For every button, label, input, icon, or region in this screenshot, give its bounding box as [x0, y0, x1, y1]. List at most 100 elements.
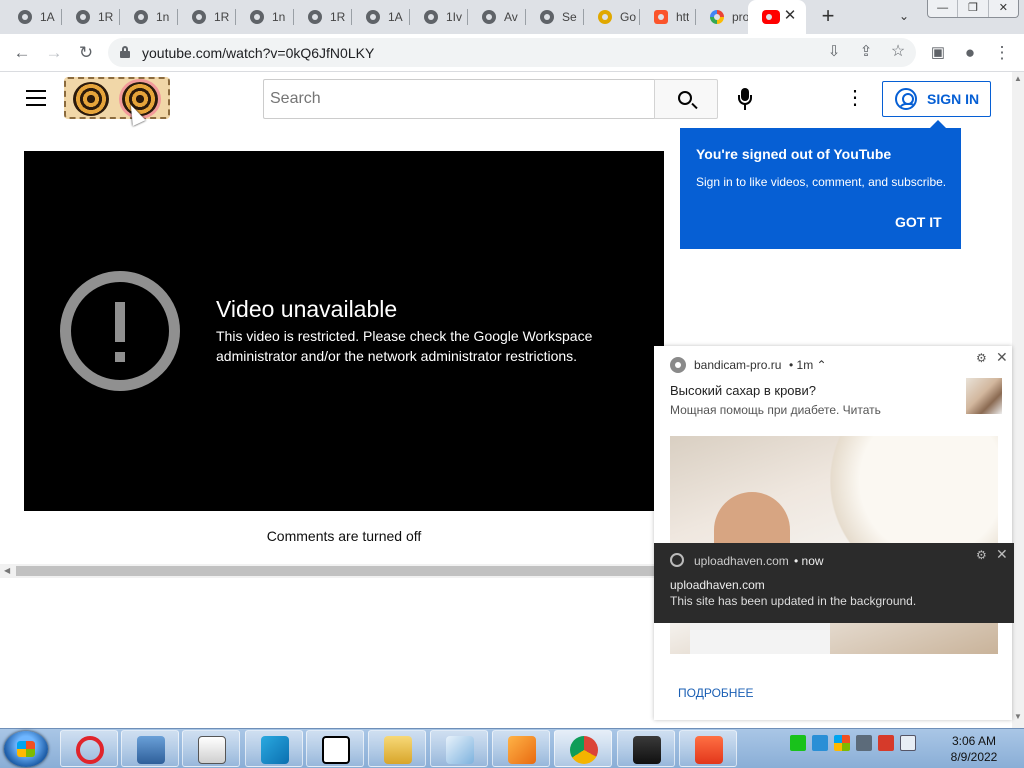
- taskbar-media[interactable]: [492, 730, 550, 767]
- settings-gear-icon[interactable]: ⚙: [976, 352, 988, 364]
- tab[interactable]: Go: [584, 0, 640, 34]
- taskbar-brave[interactable]: [679, 730, 737, 767]
- tray-windows-icon[interactable]: [834, 735, 850, 751]
- account-icon: [895, 88, 917, 110]
- globe-icon: [18, 10, 32, 24]
- tray-computer-icon[interactable]: [856, 735, 872, 751]
- taskbar-notepad[interactable]: [430, 730, 488, 767]
- more-options-icon[interactable]: ⋮: [845, 88, 865, 108]
- minimize-icon[interactable]: —: [928, 0, 959, 17]
- tab-strip: 1A 1R 1n 1R 1n 1R 1A 1Iv Av Se Go htt pr…: [0, 0, 1024, 34]
- notification-bandicam[interactable]: bandicam-pro.ru • 1m ⌃ ⚙ ✕ Высокий сахар…: [654, 346, 1012, 720]
- got-it-button[interactable]: GOT IT: [895, 214, 942, 230]
- error-title: Video unavailable: [216, 296, 398, 322]
- notepad-icon: [446, 736, 474, 764]
- notification-body: This site has been updated in the backgr…: [670, 594, 917, 608]
- browser-menu-icon[interactable]: ⋮: [990, 41, 1014, 65]
- doodle-logo[interactable]: [64, 77, 170, 119]
- tab[interactable]: pro: [696, 0, 750, 34]
- tab[interactable]: 1R: [62, 0, 120, 34]
- forward-icon[interactable]: →: [42, 41, 66, 65]
- share-icon[interactable]: ⇪: [854, 40, 878, 64]
- brave-icon: [695, 736, 723, 764]
- notification-thumbnail: [966, 378, 1002, 414]
- youtube-icon: [762, 10, 780, 24]
- popup-title: You're signed out of YouTube: [696, 146, 892, 162]
- bookmark-star-icon[interactable]: ☆: [886, 40, 910, 64]
- tray-flag-icon[interactable]: [878, 735, 894, 751]
- search-button[interactable]: [654, 79, 718, 119]
- tab[interactable]: 1A: [4, 0, 62, 34]
- taskbar-terminal[interactable]: [617, 730, 675, 767]
- notification-time: • now: [794, 554, 824, 568]
- sign-in-button[interactable]: SIGN IN: [882, 81, 991, 117]
- network-computer-icon: [137, 736, 165, 764]
- globe-icon: [76, 10, 90, 24]
- horizontal-scrollbar[interactable]: ◀: [0, 564, 656, 578]
- scroll-left-icon[interactable]: ◀: [4, 566, 10, 575]
- taskbar-explorer[interactable]: [368, 730, 426, 767]
- opera-icon: [76, 736, 104, 764]
- notification-title: Высокий сахар в крови?: [670, 383, 816, 398]
- alert-icon: [60, 271, 180, 391]
- taskbar-calculator[interactable]: [182, 730, 240, 767]
- bee-icon: [598, 10, 612, 24]
- vertical-scrollbar[interactable]: ▲ ▼: [1012, 72, 1024, 728]
- close-icon[interactable]: ✕: [996, 350, 1008, 364]
- new-tab-button[interactable]: +: [816, 4, 840, 28]
- taskbar-opera[interactable]: [60, 730, 118, 767]
- tab[interactable]: 1Iv: [410, 0, 468, 34]
- back-icon[interactable]: ←: [10, 41, 34, 65]
- signed-out-popup: You're signed out of YouTube Sign in to …: [680, 120, 961, 249]
- search-input[interactable]: [264, 80, 655, 118]
- globe-icon: [250, 10, 264, 24]
- globe-icon: [192, 10, 206, 24]
- tab[interactable]: 1A: [352, 0, 410, 34]
- clock[interactable]: 3:06 AM 8/9/2022: [944, 733, 1004, 765]
- tab[interactable]: Av: [468, 0, 526, 34]
- media-player-icon: [508, 736, 536, 764]
- notification-time: • 1m ⌃: [789, 358, 827, 372]
- tab[interactable]: 1R: [294, 0, 352, 34]
- clock-date: 8/9/2022: [950, 750, 998, 764]
- taskbar-7zip[interactable]: [306, 730, 364, 767]
- tab[interactable]: 1n: [120, 0, 178, 34]
- tab[interactable]: htt: [640, 0, 696, 34]
- brave-icon: [654, 10, 668, 24]
- taskbar-network[interactable]: [121, 730, 179, 767]
- address-bar[interactable]: youtube.com/watch?v=0kQ6JfN0LKY ⇩ ⇪ ☆: [108, 38, 916, 67]
- taskbar-chrome[interactable]: [554, 730, 612, 767]
- video-player[interactable]: Video unavailable This video is restrict…: [24, 151, 664, 511]
- install-icon[interactable]: ⇩: [822, 40, 846, 64]
- tab-close-icon[interactable]: ✕: [782, 8, 798, 24]
- hamburger-menu-icon[interactable]: [26, 90, 46, 106]
- scrollbar-thumb[interactable]: [16, 566, 656, 576]
- profile-icon[interactable]: ●: [958, 41, 982, 65]
- scroll-up-icon[interactable]: ▲: [1014, 74, 1022, 83]
- microphone-icon[interactable]: [738, 88, 752, 110]
- globe-icon: [540, 10, 554, 24]
- details-button[interactable]: ПОДРОБНЕЕ: [678, 686, 753, 700]
- tray-green-icon[interactable]: [790, 735, 806, 751]
- close-window-icon[interactable]: ✕: [989, 0, 1018, 17]
- tab[interactable]: Se: [526, 0, 584, 34]
- taskbar-remote[interactable]: [245, 730, 303, 767]
- start-button[interactable]: [4, 731, 48, 767]
- clock-time: 3:06 AM: [951, 734, 997, 748]
- globe-icon: [482, 10, 496, 24]
- restore-icon[interactable]: ❐: [958, 0, 989, 17]
- tray-network-icon[interactable]: [812, 735, 828, 751]
- close-icon[interactable]: ✕: [996, 547, 1008, 561]
- tab[interactable]: 1n: [236, 0, 294, 34]
- volume-icon[interactable]: [900, 735, 916, 751]
- notification-uploadhaven[interactable]: uploadhaven.com • now ⚙ ✕ uploadhaven.co…: [654, 543, 1014, 623]
- scroll-down-icon[interactable]: ▼: [1014, 712, 1022, 721]
- tab-search-chevron-icon[interactable]: ⌄: [896, 8, 912, 24]
- tab[interactable]: 1R: [178, 0, 236, 34]
- notification-title: uploadhaven.com: [670, 578, 765, 592]
- side-panel-icon[interactable]: ▣: [926, 41, 950, 65]
- search-field[interactable]: [263, 79, 655, 119]
- reload-icon[interactable]: ↻: [74, 41, 98, 65]
- settings-gear-icon[interactable]: ⚙: [976, 549, 988, 561]
- notification-body: Мощная помощь при диабете. Читать: [670, 403, 881, 417]
